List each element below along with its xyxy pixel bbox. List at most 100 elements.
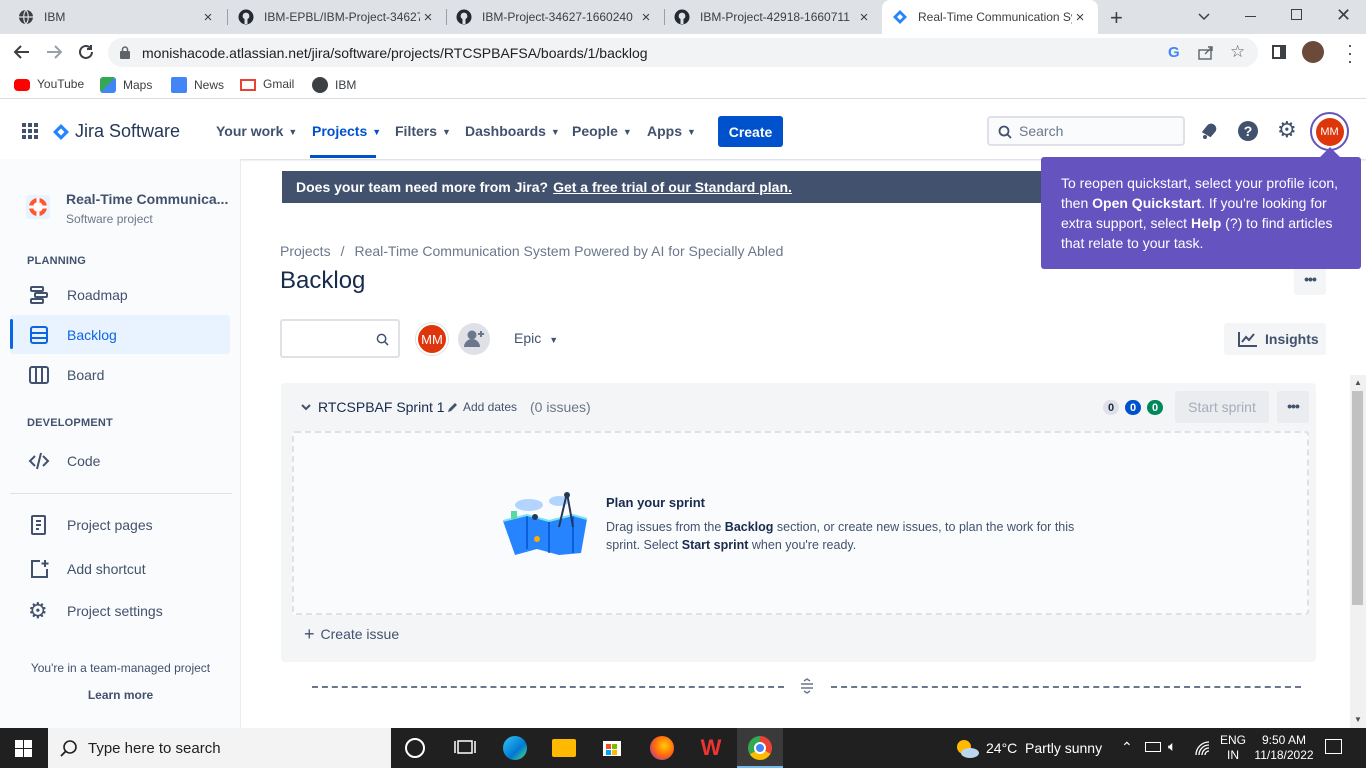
close-icon[interactable]: × [1072,9,1088,26]
search-input[interactable]: Search [987,116,1185,146]
browser-tab-active[interactable]: Real-Time Communication Sy × [882,0,1098,34]
jira-logo[interactable]: Jira Software [52,121,180,142]
weather-icon[interactable] [955,738,979,758]
star-icon[interactable]: ☆ [1230,42,1245,62]
address-bar[interactable]: monishacode.atlassian.net/jira/software/… [108,38,1258,67]
nav-people[interactable]: People ▼ [572,123,632,139]
insights-button[interactable]: Insights [1224,323,1326,355]
assignee-filter-avatar[interactable]: MM [416,323,448,355]
drag-handle-icon[interactable] [799,678,815,694]
nav-filters[interactable]: Filters ▼ [395,123,451,139]
volume-icon[interactable]: 🔈︎ [1168,738,1176,755]
tab-title: Real-Time Communication Sy [918,10,1072,24]
browser-tab[interactable]: IBM-Project-34627-1660240 × [446,0,664,34]
selected-indicator [10,319,13,349]
scroll-up-icon[interactable]: ▲ [1354,378,1362,387]
plan-sprint-illustration [501,491,591,555]
notifications-icon[interactable] [1199,121,1219,141]
settings-icon[interactable]: ⚙ [1277,119,1297,141]
taskbar-search[interactable]: Type here to search [48,728,391,768]
breadcrumb-project[interactable]: Real-Time Communication System Powered b… [354,243,783,259]
browser-tab[interactable]: IBM × [8,0,226,34]
sidebar-item-code[interactable]: Code [10,442,230,480]
help-icon[interactable]: ? [1238,121,1258,141]
share-icon[interactable] [1198,45,1214,60]
forward-icon[interactable] [45,43,63,61]
weather-text[interactable]: 24°C Partly sunny [986,740,1102,756]
profile-avatar[interactable] [1302,41,1324,63]
google-icon[interactable]: G [1168,44,1180,61]
language-indicator[interactable]: ENG IN [1220,733,1246,763]
chrome-taskbar-button[interactable] [737,728,783,768]
learn-more-link[interactable]: Learn more [0,688,241,702]
bookmark-maps[interactable]: Maps [100,77,152,93]
close-icon[interactable]: × [638,9,654,26]
epic-filter[interactable]: Epic ▼ [514,330,558,346]
sidebar-item-add-shortcut[interactable]: Add shortcut [10,550,230,588]
back-icon[interactable] [13,43,31,61]
close-icon[interactable]: × [200,9,216,26]
sidebar-item-roadmap[interactable]: Roadmap [10,276,230,314]
firefox-icon[interactable] [650,736,674,760]
bookmarks-bar: YouTube Maps News Gmail IBM [0,71,1366,99]
window-close-icon[interactable]: ✕ [1336,5,1351,26]
wifi-icon[interactable] [1194,740,1210,756]
edge-icon[interactable] [503,736,527,760]
add-dates-button[interactable]: Add dates [447,400,517,414]
store-icon[interactable] [601,736,625,760]
create-issue-button[interactable]: + Create issue [304,625,399,643]
bookmark-news[interactable]: News [171,77,224,93]
backlog-search-input[interactable] [280,319,400,358]
profile-button[interactable]: MM [1310,112,1349,151]
scrollbar[interactable]: ▲ ▼ [1350,375,1366,728]
create-button[interactable]: Create [718,116,783,147]
breadcrumb-projects[interactable]: Projects [280,243,331,259]
bookmark-youtube[interactable]: YouTube [14,77,84,91]
browser-menu-icon[interactable]: · · · [1347,36,1353,70]
sidebar-item-board[interactable]: Board [10,356,230,394]
sidebar-item-project-pages[interactable]: Project pages [10,506,230,544]
divider [10,493,232,494]
app-switcher-icon[interactable] [22,123,38,139]
task-view-icon[interactable] [454,736,478,760]
side-panel-icon[interactable] [1272,45,1286,59]
tab-search-icon[interactable] [1198,10,1210,22]
nav-dashboards[interactable]: Dashboards ▼ [465,123,560,139]
nav-projects[interactable]: Projects ▼ [312,123,381,139]
restore-icon[interactable] [1291,9,1302,20]
sidebar-item-backlog[interactable]: Backlog [10,315,230,354]
add-people-icon[interactable] [458,323,490,355]
file-explorer-icon[interactable] [552,739,576,757]
more-actions-button[interactable]: ••• [1294,266,1326,295]
project-type: Software project [66,212,153,226]
sprint-more-button[interactable]: ••• [1277,391,1309,423]
sidebar-item-project-settings[interactable]: ⚙ Project settings [10,592,230,630]
bookmark-ibm[interactable]: IBM [312,77,356,93]
battery-icon[interactable] [1145,742,1161,752]
nav-apps[interactable]: Apps ▼ [647,123,696,139]
page-title: Backlog [280,267,366,294]
windows-start-icon[interactable] [15,740,32,757]
bookmark-gmail[interactable]: Gmail [240,77,294,91]
browser-tab[interactable]: IBM-Project-42918-1660711 × [664,0,882,34]
new-tab-button[interactable]: + [1110,5,1123,31]
scrollbar-thumb[interactable] [1352,391,1363,605]
project-name[interactable]: Real-Time Communica... [66,191,228,207]
chevron-down-icon[interactable] [300,401,312,413]
chevron-up-icon[interactable]: ⌃ [1121,739,1133,756]
notification-center-icon[interactable] [1325,739,1342,754]
wps-office-icon[interactable]: W [699,736,723,760]
sprint-name[interactable]: RTCSPBAF Sprint 1 [318,399,445,415]
close-icon[interactable]: × [420,9,436,26]
free-trial-link[interactable]: Get a free trial of our Standard plan. [553,179,792,195]
reload-icon[interactable] [77,43,95,61]
browser-tab[interactable]: IBM-EPBL/IBM-Project-34627 × [228,0,446,34]
close-icon[interactable]: × [856,9,872,26]
cortana-icon[interactable] [405,738,425,758]
scroll-down-icon[interactable]: ▼ [1354,715,1362,724]
lock-icon[interactable] [120,46,130,59]
minimize-icon[interactable] [1245,16,1256,17]
clock[interactable]: 9:50 AM 11/18/2022 [1254,733,1314,763]
nav-your-work[interactable]: Your work ▼ [216,123,297,139]
start-sprint-button[interactable]: Start sprint [1175,391,1269,423]
